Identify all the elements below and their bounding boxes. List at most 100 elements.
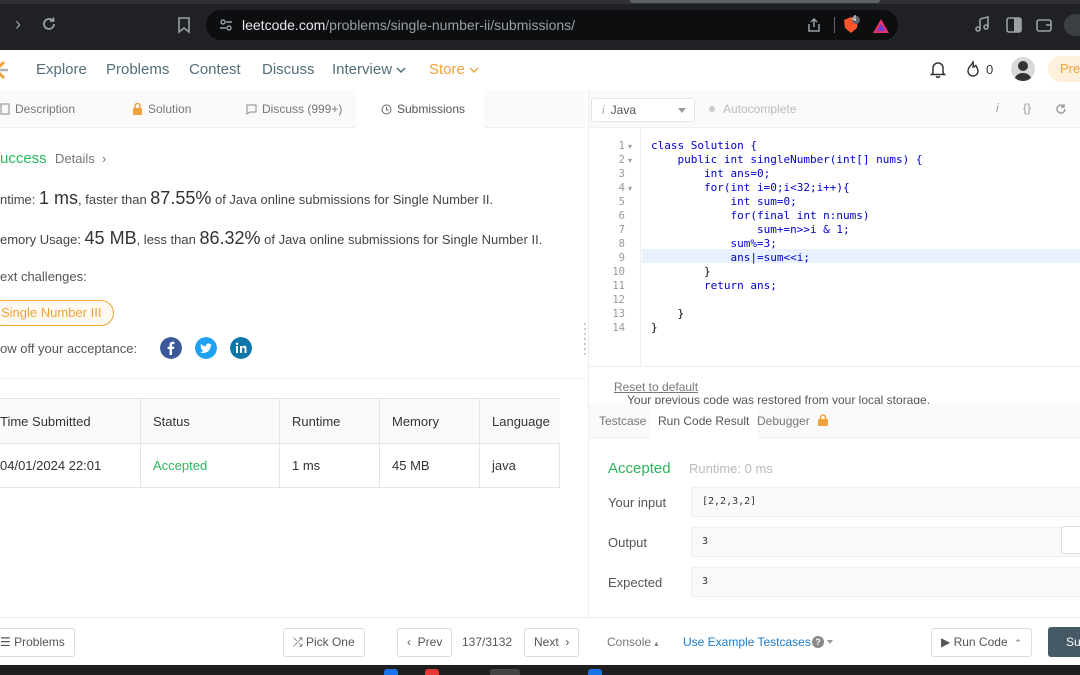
reset-icon[interactable] xyxy=(1055,103,1067,115)
fire-icon[interactable] xyxy=(965,60,981,78)
col-header-runtime[interactable]: Runtime xyxy=(292,414,340,429)
nav-contest[interactable]: Contest xyxy=(189,61,241,78)
tab-discuss[interactable]: Discuss (999+) xyxy=(246,90,356,128)
nav-problems[interactable]: Problems xyxy=(106,61,169,78)
footer-bar: ☰ Problems ⤮ Pick One ‹ Prev 137/3132 Ne… xyxy=(0,617,1080,665)
help-icon[interactable]: ? xyxy=(812,636,824,648)
problems-label: Problems xyxy=(14,635,65,649)
tab-description-label: Description xyxy=(15,102,76,116)
console-toggle[interactable]: Console ▴ xyxy=(607,635,658,649)
brave-shields-icon[interactable] xyxy=(842,16,860,34)
premium-button[interactable]: Pre xyxy=(1048,56,1080,82)
col-header-memory[interactable]: Memory xyxy=(392,414,439,429)
tab-discuss-label: Discuss (999+) xyxy=(262,102,343,116)
taskbar-app-icon[interactable] xyxy=(588,669,602,675)
twitter-icon[interactable] xyxy=(195,337,217,359)
line-number: 1 xyxy=(618,140,625,152)
code-line: } xyxy=(651,307,685,320)
prev-button[interactable]: ‹ Prev xyxy=(397,628,453,657)
tab-solution[interactable]: Solution xyxy=(132,90,232,128)
tab-run-code-result[interactable]: Run Code Result xyxy=(650,404,758,438)
next-challenges-label: ext challenges: xyxy=(0,269,87,284)
diff-button[interactable] xyxy=(1061,526,1080,554)
line-number: 2 xyxy=(618,154,625,166)
run-code-button[interactable]: ▶ Run Code ⌃ xyxy=(931,628,1032,657)
code-line: public int singleNumber(int[] nums) { xyxy=(651,153,923,166)
bookmark-icon[interactable] xyxy=(176,16,192,34)
details-link[interactable]: Details › xyxy=(55,151,106,166)
result-tabs: Testcase Run Code Result Debugger xyxy=(589,404,1080,438)
col-header-status[interactable]: Status xyxy=(153,414,190,429)
use-example-testcases-link[interactable]: Use Example Testcases xyxy=(683,635,811,649)
tab-debugger-label: Debugger xyxy=(757,414,810,428)
col-header-language[interactable]: Language xyxy=(492,414,550,429)
editor-toolbar: i Java Autocomplete i {} xyxy=(589,90,1080,128)
leetcode-logo-icon[interactable] xyxy=(0,60,8,80)
next-button[interactable]: Next › xyxy=(524,628,580,657)
language-select[interactable]: i Java xyxy=(591,98,695,122)
nav-explore[interactable]: Explore xyxy=(36,61,87,78)
nav-interview[interactable]: Interview xyxy=(332,61,406,78)
memory-prefix: emory Usage: xyxy=(0,232,85,247)
taskbar-app-icon[interactable] xyxy=(425,669,439,675)
submit-button[interactable]: Su xyxy=(1048,627,1080,657)
sidebar-icon[interactable] xyxy=(1004,15,1024,35)
next-challenge-chip[interactable]: Single Number III xyxy=(0,300,115,326)
code-line: int sum=0; xyxy=(651,195,797,208)
line-number: 3 xyxy=(618,168,625,180)
format-braces-icon[interactable]: {} xyxy=(1023,101,1031,115)
fold-icon[interactable]: ▾ xyxy=(628,142,632,151)
problems-list-button[interactable]: ☰ Problems xyxy=(0,628,75,657)
bell-icon[interactable] xyxy=(929,60,947,78)
code-line: } xyxy=(651,265,711,278)
brave-rewards-icon[interactable] xyxy=(872,17,890,35)
output-value: 3 xyxy=(691,527,1080,557)
taskbar-app-icon[interactable] xyxy=(384,669,398,675)
media-icon[interactable] xyxy=(972,15,992,35)
table-col-divider xyxy=(379,399,380,487)
active-tab-indicator xyxy=(630,0,880,3)
line-number: 11 xyxy=(612,280,625,292)
share-icon[interactable] xyxy=(806,17,822,33)
tab-debugger[interactable]: Debugger xyxy=(757,404,829,438)
avatar[interactable] xyxy=(1011,57,1035,81)
chevron-down-icon[interactable] xyxy=(827,640,833,644)
wallet-icon[interactable] xyxy=(1034,15,1054,35)
profile-button[interactable] xyxy=(1064,14,1080,36)
play-icon: ▶ xyxy=(941,635,951,649)
taskbar-app-icon[interactable] xyxy=(490,669,520,675)
facebook-icon[interactable] xyxy=(160,337,182,359)
runtime-prefix: ntime: xyxy=(0,192,40,207)
runtime-value: 1 ms xyxy=(39,188,79,208)
chevron-down-icon xyxy=(678,108,686,113)
show-off-label: ow off your acceptance: xyxy=(0,341,138,356)
code-line: sum%=3; xyxy=(651,237,777,250)
code-editor[interactable]: 1 2 3 4 5 6 7 8 9 10 11 12 13 14 ▾ ▾ ▾ c… xyxy=(589,128,1080,366)
reset-to-default-link[interactable]: Reset to default xyxy=(614,380,698,394)
line-gutter: 1 2 3 4 5 6 7 8 9 10 11 12 13 14 ▾ ▾ ▾ xyxy=(589,128,641,366)
nav-store[interactable]: Store xyxy=(429,61,479,78)
fold-icon[interactable]: ▾ xyxy=(628,156,632,165)
site-settings-icon[interactable] xyxy=(218,17,234,33)
url-text: leetcode.com/problems/single-number-ii/s… xyxy=(242,17,575,33)
forward-icon[interactable]: › xyxy=(6,12,30,36)
tab-testcase[interactable]: Testcase xyxy=(599,404,646,438)
autocomplete-toggle[interactable]: Autocomplete xyxy=(709,102,796,116)
reload-icon[interactable] xyxy=(40,15,58,33)
language-value: Java xyxy=(610,103,637,117)
fold-icon[interactable]: ▾ xyxy=(628,184,632,193)
section-divider xyxy=(0,378,585,379)
col-header-time-submitted[interactable]: Time Submitted xyxy=(0,414,91,429)
cell-status-link[interactable]: Accepted xyxy=(153,458,207,473)
tab-description[interactable]: Description xyxy=(0,90,118,128)
chat-icon xyxy=(246,104,257,115)
info-icon[interactable]: i xyxy=(996,101,999,115)
nav-discuss[interactable]: Discuss xyxy=(262,61,315,78)
next-label: Next xyxy=(534,635,559,649)
address-bar[interactable]: leetcode.com/problems/single-number-ii/s… xyxy=(206,10,898,40)
pick-one-button[interactable]: ⤮ Pick One xyxy=(283,628,365,657)
panel-resize-handle[interactable] xyxy=(583,320,587,360)
tab-submissions[interactable]: Submissions xyxy=(356,90,484,128)
problem-tabs: Description Solution Discuss (999+) Subm… xyxy=(0,90,585,128)
linkedin-icon[interactable] xyxy=(230,337,252,359)
